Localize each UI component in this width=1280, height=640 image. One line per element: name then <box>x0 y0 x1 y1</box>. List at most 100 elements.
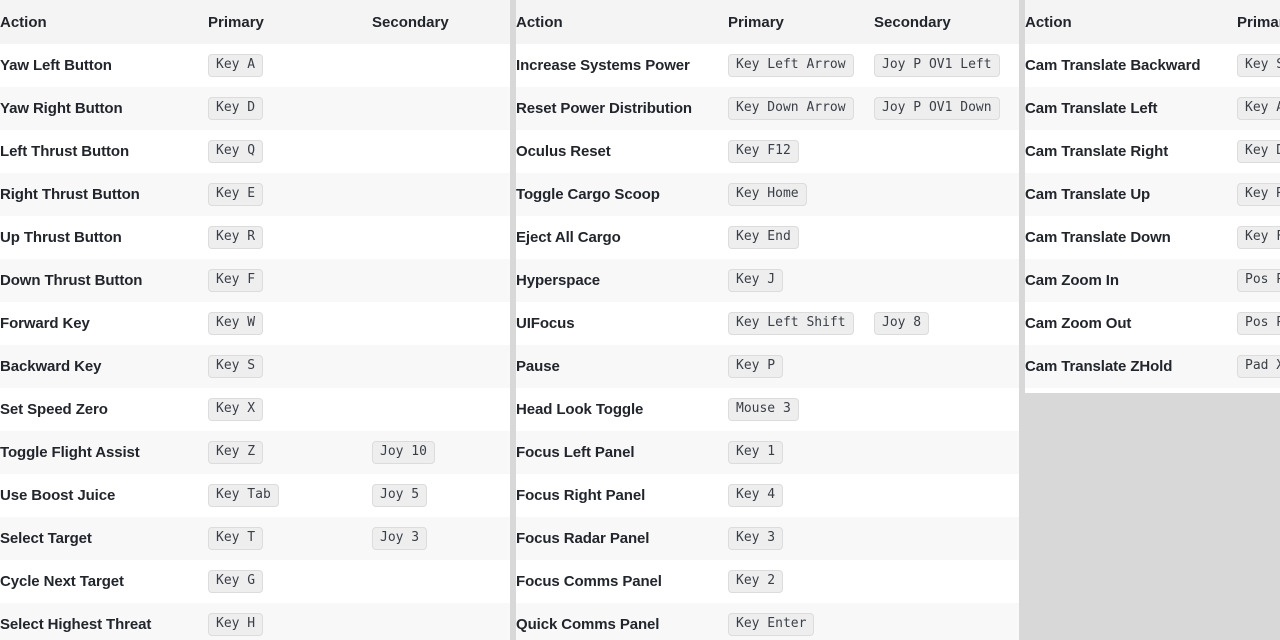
secondary-binding-cell[interactable] <box>372 173 510 216</box>
primary-binding-badge[interactable]: Key S <box>1237 54 1280 77</box>
primary-binding-cell[interactable]: Key W <box>208 302 372 345</box>
table-row[interactable]: Cam Translate ZHold Pad X <box>1025 345 1280 388</box>
primary-binding-cell[interactable]: Key Tab <box>208 474 372 517</box>
primary-binding-cell[interactable]: Key 4 <box>728 474 874 517</box>
table-row[interactable]: Focus Comms Panel Key 2 <box>516 560 1019 603</box>
primary-binding-cell[interactable]: Key S <box>208 345 372 388</box>
primary-binding-badge[interactable]: Key W <box>208 312 264 335</box>
column-header-secondary[interactable]: Secondary <box>372 0 510 44</box>
primary-binding-badge[interactable]: Key A <box>1237 97 1280 120</box>
primary-binding-cell[interactable]: Key Left Shift <box>728 302 874 345</box>
primary-binding-badge[interactable]: Key 4 <box>728 484 784 507</box>
table-row[interactable]: Down Thrust Button Key F <box>0 259 510 302</box>
primary-binding-cell[interactable]: Key H <box>208 603 372 640</box>
table-row[interactable]: Up Thrust Button Key R <box>0 216 510 259</box>
primary-binding-badge[interactable]: Pos Pa <box>1237 312 1280 335</box>
table-row[interactable]: Hyperspace Key J <box>516 259 1019 302</box>
secondary-binding-cell[interactable] <box>874 130 1019 173</box>
primary-binding-badge[interactable]: Key H <box>208 613 264 636</box>
primary-binding-badge[interactable]: Key Down Arrow <box>728 97 854 120</box>
primary-binding-badge[interactable]: Key R <box>208 226 264 249</box>
primary-binding-cell[interactable]: Pad X <box>1237 345 1280 388</box>
primary-binding-cell[interactable]: Key E <box>208 173 372 216</box>
secondary-binding-badge[interactable]: Joy P OV1 Down <box>874 97 1000 120</box>
primary-binding-badge[interactable]: Key F <box>1237 226 1280 249</box>
column-header-action[interactable]: Action <box>0 0 208 44</box>
primary-binding-badge[interactable]: Key D <box>208 97 264 120</box>
primary-binding-badge[interactable]: Key F <box>208 269 264 292</box>
primary-binding-cell[interactable]: Key F12 <box>728 130 874 173</box>
secondary-binding-cell[interactable]: Joy P OV1 Left <box>874 44 1019 87</box>
table-row[interactable]: Focus Radar Panel Key 3 <box>516 517 1019 560</box>
primary-binding-cell[interactable]: Key A <box>208 44 372 87</box>
secondary-binding-cell[interactable] <box>874 259 1019 302</box>
primary-binding-badge[interactable]: Key J <box>728 269 784 292</box>
primary-binding-cell[interactable]: Key F <box>1237 216 1280 259</box>
primary-binding-cell[interactable]: Key Enter <box>728 603 874 640</box>
primary-binding-badge[interactable]: Key F12 <box>728 140 799 163</box>
primary-binding-cell[interactable]: Key Home <box>728 173 874 216</box>
table-row[interactable]: Pause Key P <box>516 345 1019 388</box>
column-header-primary[interactable]: Primary <box>1237 0 1280 44</box>
primary-binding-cell[interactable]: Key R <box>1237 173 1280 216</box>
primary-binding-cell[interactable]: Key R <box>208 216 372 259</box>
primary-binding-cell[interactable]: Key A <box>1237 87 1280 130</box>
secondary-binding-badge[interactable]: Joy 5 <box>372 484 428 507</box>
secondary-binding-cell[interactable] <box>874 560 1019 603</box>
secondary-binding-badge[interactable]: Joy 8 <box>874 312 930 335</box>
secondary-binding-cell[interactable]: Joy 10 <box>372 431 510 474</box>
table-row[interactable]: Reset Power Distribution Key Down Arrow Jo… <box>516 87 1019 130</box>
table-row[interactable]: Cycle Next Target Key G <box>0 560 510 603</box>
table-row[interactable]: Backward Key Key S <box>0 345 510 388</box>
table-row[interactable]: Increase Systems Power Key Left Arrow Joy … <box>516 44 1019 87</box>
primary-binding-cell[interactable]: Key Down Arrow <box>728 87 874 130</box>
table-row[interactable]: Use Boost Juice Key Tab Joy 5 <box>0 474 510 517</box>
table-row[interactable]: Cam Translate Down Key F <box>1025 216 1280 259</box>
primary-binding-badge[interactable]: Pos Pa <box>1237 269 1280 292</box>
table-row[interactable]: Forward Key Key W <box>0 302 510 345</box>
primary-binding-cell[interactable]: Key G <box>208 560 372 603</box>
table-row[interactable]: Yaw Right Button Key D <box>0 87 510 130</box>
primary-binding-badge[interactable]: Key X <box>208 398 264 421</box>
primary-binding-badge[interactable]: Key G <box>208 570 264 593</box>
secondary-binding-cell[interactable] <box>874 474 1019 517</box>
primary-binding-cell[interactable]: Mouse 3 <box>728 388 874 431</box>
column-header-primary[interactable]: Primary <box>208 0 372 44</box>
table-row[interactable]: Toggle Cargo Scoop Key Home <box>516 173 1019 216</box>
table-row[interactable]: Oculus Reset Key F12 <box>516 130 1019 173</box>
primary-binding-badge[interactable]: Key Q <box>208 140 264 163</box>
primary-binding-cell[interactable]: Key J <box>728 259 874 302</box>
primary-binding-cell[interactable]: Key X <box>208 388 372 431</box>
table-row[interactable]: Yaw Left Button Key A <box>0 44 510 87</box>
table-row[interactable]: Cam Zoom Out Pos Pa <box>1025 302 1280 345</box>
table-row[interactable]: Cam Translate Backward Key S <box>1025 44 1280 87</box>
secondary-binding-cell[interactable] <box>372 302 510 345</box>
primary-binding-cell[interactable]: Key 2 <box>728 560 874 603</box>
secondary-binding-badge[interactable]: Joy P OV1 Left <box>874 54 1000 77</box>
secondary-binding-cell[interactable] <box>372 259 510 302</box>
column-header-action[interactable]: Action <box>1025 0 1237 44</box>
primary-binding-badge[interactable]: Key Home <box>728 183 807 206</box>
table-row[interactable]: Cam Translate Right Key D <box>1025 130 1280 173</box>
table-row[interactable]: Focus Right Panel Key 4 <box>516 474 1019 517</box>
table-row[interactable]: Select Target Key T Joy 3 <box>0 517 510 560</box>
secondary-binding-cell[interactable] <box>372 216 510 259</box>
primary-binding-badge[interactable]: Key Tab <box>208 484 279 507</box>
table-row[interactable]: Cam Translate Up Key R <box>1025 173 1280 216</box>
primary-binding-cell[interactable]: Key D <box>1237 130 1280 173</box>
table-row[interactable]: UIFocus Key Left Shift Joy 8 <box>516 302 1019 345</box>
table-row[interactable]: Head Look Toggle Mouse 3 <box>516 388 1019 431</box>
primary-binding-cell[interactable]: Key T <box>208 517 372 560</box>
primary-binding-cell[interactable]: Key 1 <box>728 431 874 474</box>
secondary-binding-cell[interactable] <box>372 388 510 431</box>
secondary-binding-cell[interactable] <box>874 603 1019 640</box>
secondary-binding-cell[interactable] <box>372 44 510 87</box>
secondary-binding-cell[interactable]: Joy 5 <box>372 474 510 517</box>
primary-binding-badge[interactable]: Pad X <box>1237 355 1280 378</box>
primary-binding-badge[interactable]: Key Left Arrow <box>728 54 854 77</box>
secondary-binding-badge[interactable]: Joy 3 <box>372 527 428 550</box>
primary-binding-badge[interactable]: Key S <box>208 355 264 378</box>
secondary-binding-cell[interactable]: Joy P OV1 Down <box>874 87 1019 130</box>
primary-binding-badge[interactable]: Key 2 <box>728 570 784 593</box>
secondary-binding-cell[interactable]: Joy 3 <box>372 517 510 560</box>
